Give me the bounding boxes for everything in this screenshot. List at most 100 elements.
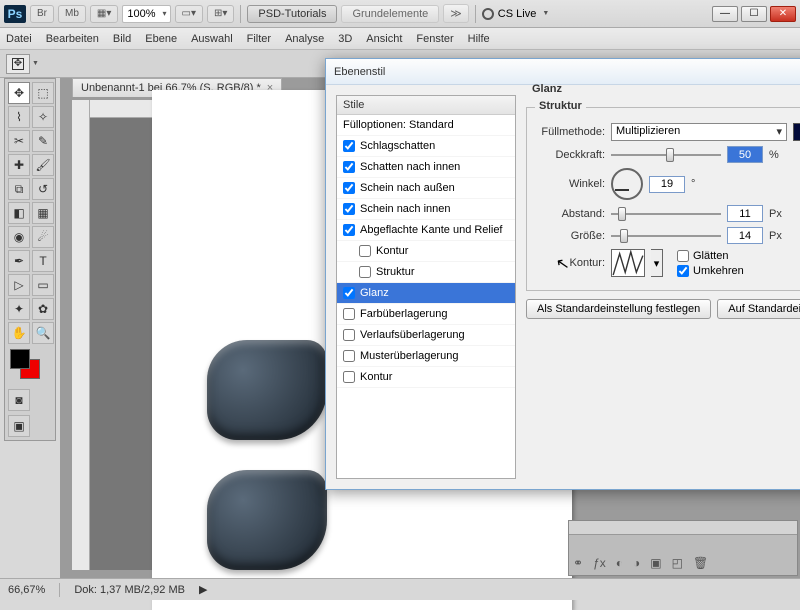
extras-button[interactable]: ⊞▾ xyxy=(207,5,234,23)
glaetten-checkbox[interactable]: Glätten xyxy=(677,250,744,262)
style-item-4[interactable]: Schein nach innen xyxy=(337,199,515,220)
style-item-3[interactable]: Schein nach außen xyxy=(337,178,515,199)
history-brush-tool[interactable]: ↺ xyxy=(32,178,54,200)
gradient-tool[interactable]: ▦ xyxy=(32,202,54,224)
eyedropper-tool[interactable]: ✎ xyxy=(32,130,54,152)
arrange-button[interactable]: ▭▾ xyxy=(175,5,203,23)
minimize-button[interactable]: — xyxy=(712,6,738,22)
reset-default-button[interactable]: Auf Standardeinst xyxy=(717,299,800,319)
menu-bearbeiten[interactable]: Bearbeiten xyxy=(46,33,99,45)
kontur-preview[interactable] xyxy=(611,249,645,277)
style-checkbox[interactable] xyxy=(343,308,355,320)
abstand-input[interactable] xyxy=(727,205,763,222)
style-checkbox[interactable] xyxy=(343,329,355,341)
style-checkbox[interactable] xyxy=(343,350,355,362)
kontur-dropdown[interactable]: ▾ xyxy=(651,249,663,277)
brush-tool[interactable]: 🖌 xyxy=(32,154,54,176)
fullmethode-dropdown[interactable]: Multiplizieren xyxy=(611,123,787,141)
dialog-titlebar[interactable]: Ebenenstil xyxy=(326,59,800,85)
style-item-1[interactable]: Schlagschatten xyxy=(337,136,515,157)
menu-ansicht[interactable]: Ansicht xyxy=(366,33,402,45)
screen-mode-button[interactable]: ▦▾ xyxy=(90,5,118,23)
lasso-tool[interactable]: ⌇ xyxy=(8,106,30,128)
move-tool-indicator[interactable] xyxy=(6,54,30,74)
bridge-button[interactable]: Br xyxy=(30,5,54,23)
hand-tool[interactable]: ✋ xyxy=(8,322,30,344)
blur-tool[interactable]: ◉ xyxy=(8,226,30,248)
deckkraft-slider[interactable] xyxy=(611,147,721,163)
link-layers-icon[interactable]: ⚭ xyxy=(573,556,583,570)
path-tool[interactable]: ▷ xyxy=(8,274,30,296)
style-item-7[interactable]: Struktur xyxy=(337,262,515,283)
menu-fenster[interactable]: Fenster xyxy=(416,33,453,45)
maximize-button[interactable]: ☐ xyxy=(741,6,767,22)
wand-tool[interactable]: ✧ xyxy=(32,106,54,128)
zoom-tool[interactable]: 🔍 xyxy=(32,322,54,344)
style-checkbox[interactable] xyxy=(359,266,371,278)
eraser-tool[interactable]: ◧ xyxy=(8,202,30,224)
style-checkbox[interactable] xyxy=(343,287,355,299)
move-tool[interactable]: ✥ xyxy=(8,82,30,104)
style-item-0[interactable]: Fülloptionen: Standard xyxy=(337,115,515,136)
menu-ebene[interactable]: Ebene xyxy=(145,33,177,45)
shape-tool[interactable]: ▭ xyxy=(32,274,54,296)
3d-tool[interactable]: ✦ xyxy=(8,298,30,320)
group-icon[interactable]: ▣ xyxy=(650,556,661,570)
color-swatches[interactable] xyxy=(8,349,54,385)
panel-scrollbar[interactable] xyxy=(569,521,797,535)
menu-auswahl[interactable]: Auswahl xyxy=(191,33,233,45)
zoom-select[interactable]: 100% xyxy=(122,5,170,23)
crop-tool[interactable]: ✂ xyxy=(8,130,30,152)
menu-analyse[interactable]: Analyse xyxy=(285,33,324,45)
umkehren-checkbox[interactable]: Umkehren xyxy=(677,265,744,277)
mask-icon[interactable]: ◐ xyxy=(616,556,623,570)
style-item-8[interactable]: Glanz xyxy=(337,283,515,304)
trash-icon[interactable]: 🗑 xyxy=(693,556,708,570)
status-doc-size[interactable]: Dok: 1,37 MB/2,92 MB xyxy=(74,584,185,596)
style-item-12[interactable]: Kontur xyxy=(337,367,515,388)
groesse-slider[interactable] xyxy=(611,228,721,244)
abstand-slider[interactable] xyxy=(611,206,721,222)
style-item-9[interactable]: Farbüberlagerung xyxy=(337,304,515,325)
style-checkbox[interactable] xyxy=(343,182,355,194)
new-layer-icon[interactable]: ◰ xyxy=(672,556,683,570)
menu-bild[interactable]: Bild xyxy=(113,33,131,45)
status-zoom[interactable]: 66,67% xyxy=(8,584,45,596)
pen-tool[interactable]: ✒ xyxy=(8,250,30,272)
cslive-button[interactable]: CS Live ▼ xyxy=(482,8,549,20)
quickmask-button[interactable]: ◙ xyxy=(8,389,30,411)
fx-icon[interactable]: ƒx xyxy=(593,556,606,570)
style-checkbox[interactable] xyxy=(343,224,355,236)
style-checkbox[interactable] xyxy=(343,203,355,215)
menu-filter[interactable]: Filter xyxy=(247,33,271,45)
3d-camera-tool[interactable]: ✿ xyxy=(32,298,54,320)
winkel-input[interactable] xyxy=(649,176,685,193)
foreground-swatch[interactable] xyxy=(10,349,30,369)
style-checkbox[interactable] xyxy=(343,161,355,173)
minibridge-button[interactable]: Mb xyxy=(58,5,86,23)
style-checkbox[interactable] xyxy=(343,140,355,152)
menu-3d[interactable]: 3D xyxy=(338,33,352,45)
glanz-color-swatch[interactable] xyxy=(793,123,800,141)
style-item-10[interactable]: Verlaufsüberlagerung xyxy=(337,325,515,346)
winkel-wheel[interactable] xyxy=(611,168,643,200)
workspace-grundelemente[interactable]: Grundelemente xyxy=(341,5,439,23)
screenmode-button[interactable]: ▣ xyxy=(8,415,30,437)
heal-tool[interactable]: ✚ xyxy=(8,154,30,176)
style-item-2[interactable]: Schatten nach innen xyxy=(337,157,515,178)
style-item-6[interactable]: Kontur xyxy=(337,241,515,262)
style-item-5[interactable]: Abgeflachte Kante und Relief xyxy=(337,220,515,241)
adjustment-icon[interactable]: ◑ xyxy=(633,556,640,570)
close-button[interactable]: ✕ xyxy=(770,6,796,22)
deckkraft-input[interactable] xyxy=(727,146,763,163)
workspace-psdtutorials[interactable]: PSD-Tutorials xyxy=(247,5,337,23)
workspace-more[interactable]: ≫ xyxy=(443,4,469,23)
dodge-tool[interactable]: ☄ xyxy=(32,226,54,248)
marquee-tool[interactable]: ⬚ xyxy=(32,82,54,104)
set-default-button[interactable]: Als Standardeinstellung festlegen xyxy=(526,299,711,319)
groesse-input[interactable] xyxy=(727,227,763,244)
status-arrow-icon[interactable]: ▶ xyxy=(199,583,207,596)
menu-datei[interactable]: Datei xyxy=(6,33,32,45)
type-tool[interactable]: T xyxy=(32,250,54,272)
style-checkbox[interactable] xyxy=(343,371,355,383)
